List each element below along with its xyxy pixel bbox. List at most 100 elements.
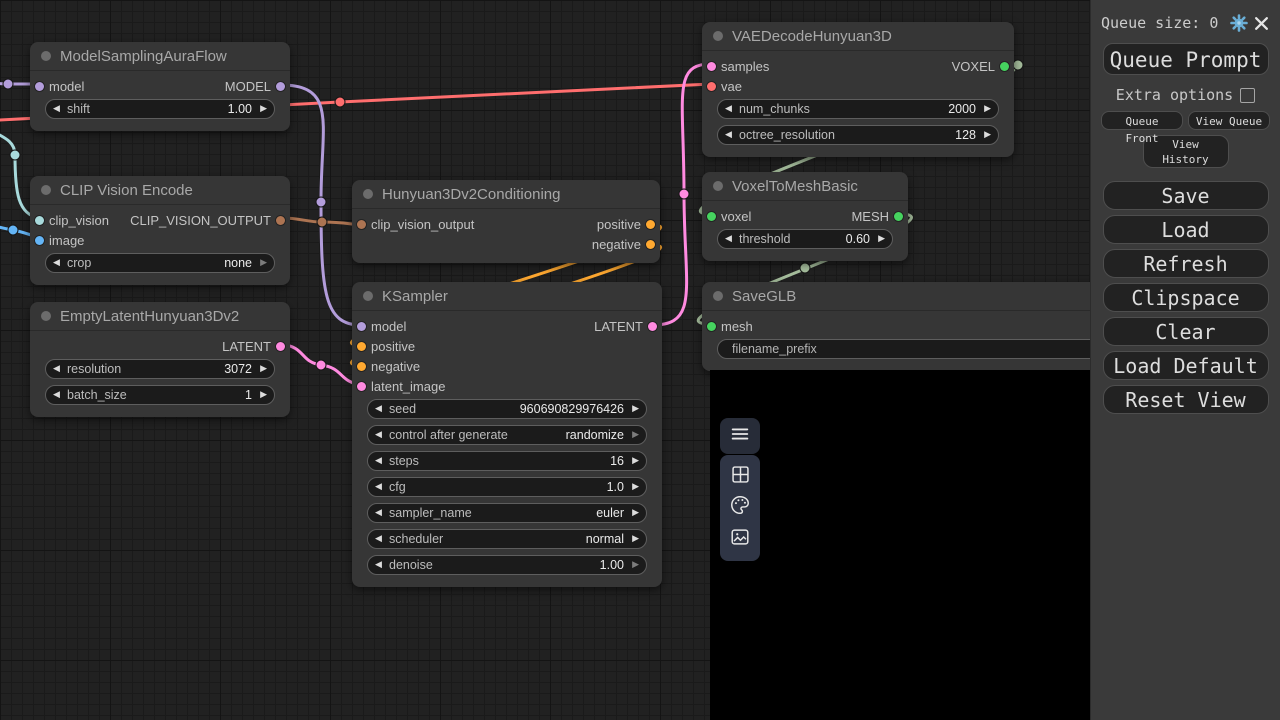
input-slot-mesh[interactable] — [707, 322, 716, 331]
load-button[interactable]: Load — [1103, 215, 1269, 244]
widget-cfg[interactable]: ◀▶cfg1.0 — [367, 477, 647, 497]
increment-arrow-icon[interactable]: ▶ — [984, 130, 991, 139]
input-slot-clip-vision-output[interactable] — [357, 220, 366, 229]
output-slot-clip-vision-output[interactable] — [276, 216, 285, 225]
refresh-button[interactable]: Refresh — [1103, 249, 1269, 278]
widget-threshold[interactable]: ◀▶threshold0.60 — [717, 229, 893, 249]
node-title-bar[interactable]: EmptyLatentHunyuan3Dv2 — [30, 302, 290, 331]
decrement-arrow-icon[interactable]: ◀ — [375, 560, 382, 569]
node-hunyuan3dv2conditioning[interactable]: Hunyuan3Dv2Conditioningclip_vision_outpu… — [352, 180, 660, 263]
node-voxeltomeshbasic[interactable]: VoxelToMeshBasicvoxelMESH◀▶threshold0.60 — [702, 172, 908, 261]
collapse-dot-icon[interactable] — [713, 291, 723, 301]
widget-seed[interactable]: ◀▶seed960690829976426 — [367, 399, 647, 419]
decrement-arrow-icon[interactable]: ◀ — [375, 404, 382, 413]
output-slot-mesh[interactable] — [894, 212, 903, 221]
widget-steps[interactable]: ◀▶steps16 — [367, 451, 647, 471]
extra-options-checkbox[interactable] — [1240, 88, 1255, 103]
decrement-arrow-icon[interactable]: ◀ — [53, 390, 60, 399]
widget-sampler-name[interactable]: ◀▶sampler_nameeuler — [367, 503, 647, 523]
3d-preview-viewport[interactable] — [710, 370, 1090, 720]
node-vaedecodehunyuan3d[interactable]: VAEDecodeHunyuan3DsamplesVOXELvae◀▶num_c… — [702, 22, 1014, 157]
widget-control-after-generate[interactable]: ◀▶control after generaterandomize — [367, 425, 647, 445]
output-slot-negative[interactable] — [646, 240, 655, 249]
decrement-arrow-icon[interactable]: ◀ — [375, 534, 382, 543]
view-queue-button[interactable]: View Queue — [1188, 111, 1270, 130]
node-title-bar[interactable]: CLIP Vision Encode — [30, 176, 290, 205]
node-modelsamplingauraflow[interactable]: ModelSamplingAuraFlowmodelMODEL◀▶shift1.… — [30, 42, 290, 131]
collapse-dot-icon[interactable] — [363, 189, 373, 199]
decrement-arrow-icon[interactable]: ◀ — [725, 104, 732, 113]
output-slot-model[interactable] — [276, 82, 285, 91]
increment-arrow-icon[interactable]: ▶ — [260, 390, 267, 399]
load-default-button[interactable]: Load Default — [1103, 351, 1269, 380]
increment-arrow-icon[interactable]: ▶ — [260, 104, 267, 113]
output-slot-voxel[interactable] — [1000, 62, 1009, 71]
decrement-arrow-icon[interactable]: ◀ — [53, 258, 60, 267]
widget-scheduler[interactable]: ◀▶schedulernormal — [367, 529, 647, 549]
reset-view-button[interactable]: Reset View — [1103, 385, 1269, 414]
clear-button[interactable]: Clear — [1103, 317, 1269, 346]
increment-arrow-icon[interactable]: ▶ — [878, 234, 885, 243]
queue-prompt-button[interactable]: Queue Prompt — [1103, 43, 1269, 75]
input-slot-vae[interactable] — [707, 82, 716, 91]
collapse-dot-icon[interactable] — [41, 185, 51, 195]
clipspace-button[interactable]: Clipspace — [1103, 283, 1269, 312]
collapse-dot-icon[interactable] — [41, 311, 51, 321]
increment-arrow-icon[interactable]: ▶ — [632, 534, 639, 543]
increment-arrow-icon[interactable]: ▶ — [632, 456, 639, 465]
collapse-dot-icon[interactable] — [41, 51, 51, 61]
input-slot-positive[interactable] — [357, 342, 366, 351]
decrement-arrow-icon[interactable]: ◀ — [725, 130, 732, 139]
input-slot-latent-image[interactable] — [357, 382, 366, 391]
widget-resolution[interactable]: ◀▶resolution3072 — [45, 359, 275, 379]
widget-crop[interactable]: ◀▶cropnone — [45, 253, 275, 273]
settings-gear-icon[interactable] — [1228, 12, 1250, 34]
queue-front-button[interactable]: Queue Front — [1101, 111, 1183, 130]
widget-denoise[interactable]: ◀▶denoise1.00 — [367, 555, 647, 575]
increment-arrow-icon[interactable]: ▶ — [260, 364, 267, 373]
decrement-arrow-icon[interactable]: ◀ — [53, 104, 60, 113]
increment-arrow-icon[interactable]: ▶ — [632, 404, 639, 413]
input-slot-voxel[interactable] — [707, 212, 716, 221]
output-slot-positive[interactable] — [646, 220, 655, 229]
widget-filename-prefix[interactable]: filename_prefix — [717, 339, 1107, 359]
viewport-palette-button[interactable] — [726, 494, 754, 522]
decrement-arrow-icon[interactable]: ◀ — [375, 430, 382, 439]
node-title-bar[interactable]: KSampler — [352, 282, 662, 311]
viewport-image-button[interactable] — [726, 525, 754, 553]
node-emptylatenthunyuan3dv2[interactable]: EmptyLatentHunyuan3Dv2LATENT◀▶resolution… — [30, 302, 290, 417]
decrement-arrow-icon[interactable]: ◀ — [375, 508, 382, 517]
output-slot-latent[interactable] — [276, 342, 285, 351]
node-saveglb[interactable]: SaveGLBmeshfilename_prefix — [702, 282, 1122, 371]
collapse-dot-icon[interactable] — [363, 291, 373, 301]
input-slot-model[interactable] — [357, 322, 366, 331]
increment-arrow-icon[interactable]: ▶ — [632, 508, 639, 517]
close-menu-icon[interactable] — [1250, 12, 1272, 34]
widget-shift[interactable]: ◀▶shift1.00 — [45, 99, 275, 119]
input-slot-model[interactable] — [35, 82, 44, 91]
decrement-arrow-icon[interactable]: ◀ — [725, 234, 732, 243]
node-ksampler[interactable]: KSamplermodelLATENTpositivenegativelaten… — [352, 282, 662, 587]
input-slot-negative[interactable] — [357, 362, 366, 371]
increment-arrow-icon[interactable]: ▶ — [632, 560, 639, 569]
decrement-arrow-icon[interactable]: ◀ — [375, 456, 382, 465]
increment-arrow-icon[interactable]: ▶ — [632, 482, 639, 491]
input-slot-clip-vision[interactable] — [35, 216, 44, 225]
node-clip-vision-encode[interactable]: CLIP Vision Encodeclip_visionCLIP_VISION… — [30, 176, 290, 285]
node-title-bar[interactable]: SaveGLB — [702, 282, 1122, 311]
widget-num-chunks[interactable]: ◀▶num_chunks2000 — [717, 99, 999, 119]
decrement-arrow-icon[interactable]: ◀ — [53, 364, 60, 373]
collapse-dot-icon[interactable] — [713, 31, 723, 41]
node-title-bar[interactable]: VAEDecodeHunyuan3D — [702, 22, 1014, 51]
save-button[interactable]: Save — [1103, 181, 1269, 210]
decrement-arrow-icon[interactable]: ◀ — [375, 482, 382, 491]
viewport-menu-button[interactable] — [720, 418, 760, 454]
node-title-bar[interactable]: ModelSamplingAuraFlow — [30, 42, 290, 71]
increment-arrow-icon[interactable]: ▶ — [984, 104, 991, 113]
increment-arrow-icon[interactable]: ▶ — [260, 258, 267, 267]
widget-batch-size[interactable]: ◀▶batch_size1 — [45, 385, 275, 405]
increment-arrow-icon[interactable]: ▶ — [632, 430, 639, 439]
collapse-dot-icon[interactable] — [713, 181, 723, 191]
input-slot-image[interactable] — [35, 236, 44, 245]
widget-octree-resolution[interactable]: ◀▶octree_resolution128 — [717, 125, 999, 145]
